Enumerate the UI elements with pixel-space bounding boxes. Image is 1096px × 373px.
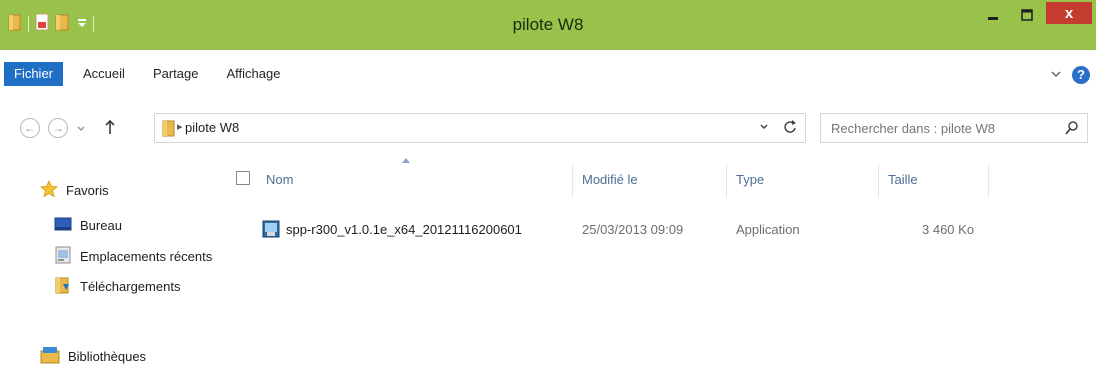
column-divider[interactable] — [572, 164, 573, 198]
application-icon — [262, 220, 280, 243]
address-history-dropdown-icon[interactable] — [759, 120, 769, 139]
downloads-icon — [54, 276, 72, 297]
select-all-checkbox[interactable] — [236, 171, 250, 185]
up-arrow-icon[interactable] — [104, 118, 116, 141]
window-title: pilote W8 — [512, 15, 584, 34]
breadcrumb-separator-icon[interactable]: ▸ — [177, 120, 183, 133]
nav-favoris-label: Favoris — [66, 183, 109, 198]
tab-accueil[interactable]: Accueil — [69, 62, 139, 86]
minimize-button[interactable] — [976, 2, 1010, 28]
forward-arrow-icon: → — [52, 121, 64, 135]
file-modified: 25/03/2013 09:09 — [582, 222, 684, 237]
tab-fichier[interactable]: Fichier — [4, 62, 64, 86]
back-button[interactable]: ← — [20, 118, 40, 138]
recent-places-icon — [54, 246, 72, 267]
desktop-icon — [54, 216, 72, 235]
folder-icon — [161, 119, 177, 142]
tab-affichage[interactable]: Affichage — [212, 62, 294, 86]
title-bar: pilote W8 x — [0, 0, 1096, 50]
file-size: 3 460 Ko — [922, 222, 975, 237]
maximize-icon — [1021, 9, 1033, 21]
expand-ribbon-icon[interactable] — [1050, 66, 1062, 84]
nav-favoris[interactable]: Favoris — [40, 180, 109, 201]
ribbon-tabs: Fichier Accueil Partage Affichage — [0, 62, 294, 86]
ribbon: Fichier Accueil Partage Affichage ? — [0, 50, 1096, 106]
help-icon[interactable]: ? — [1072, 66, 1090, 84]
column-divider[interactable] — [988, 164, 989, 198]
column-header-taille[interactable]: Taille — [888, 172, 918, 187]
nav-bibliotheques-label: Bibliothèques — [68, 349, 147, 364]
file-name[interactable]: spp-r300_v1.0.1e_x64_20121116200601 — [286, 222, 522, 237]
nav-bureau-label: Bureau — [80, 218, 122, 233]
search-input[interactable] — [831, 119, 1051, 137]
maximize-button[interactable] — [1010, 2, 1044, 28]
sort-ascending-icon — [402, 158, 410, 163]
forward-button[interactable]: → — [48, 118, 68, 138]
refresh-icon[interactable] — [783, 119, 797, 140]
close-icon: x — [1064, 4, 1074, 22]
column-divider[interactable] — [726, 164, 727, 198]
nav-telechargements-label: Téléchargements — [80, 279, 181, 294]
back-arrow-icon: ← — [24, 121, 36, 135]
nav-bureau[interactable]: Bureau — [54, 216, 122, 235]
search-box[interactable] — [820, 113, 1088, 143]
nav-emplacements-recents-label: Emplacements récents — [80, 249, 213, 264]
column-header-type[interactable]: Type — [736, 172, 764, 187]
nav-telechargements[interactable]: Téléchargements — [54, 276, 180, 297]
column-header-modifie[interactable]: Modifié le — [582, 172, 638, 187]
search-icon[interactable] — [1065, 120, 1079, 141]
navigation-bar: ← → ▸ pilote W8 — [0, 106, 1096, 150]
libraries-icon — [40, 346, 60, 367]
column-divider[interactable] — [878, 164, 879, 198]
breadcrumb-current[interactable]: pilote W8 — [185, 120, 239, 135]
file-list: Nom Modifié le Type Taille spp-r300_v1.0… — [232, 150, 1096, 373]
close-button[interactable]: x — [1046, 2, 1092, 24]
nav-emplacements-recents[interactable]: Emplacements récents — [54, 246, 212, 267]
tab-partage[interactable]: Partage — [139, 62, 213, 86]
ribbon-controls: ? — [1050, 66, 1090, 84]
nav-bibliotheques[interactable]: Bibliothèques — [40, 346, 146, 367]
star-icon — [40, 180, 58, 201]
column-header-nom[interactable]: Nom — [266, 172, 293, 187]
recent-locations-dropdown-icon[interactable] — [76, 121, 86, 139]
address-bar[interactable]: ▸ pilote W8 — [154, 113, 806, 143]
file-type: Application — [736, 222, 800, 237]
navigation-pane: Favoris Bureau Emplacements récents Télé… — [0, 150, 232, 373]
minimize-icon — [988, 17, 998, 20]
